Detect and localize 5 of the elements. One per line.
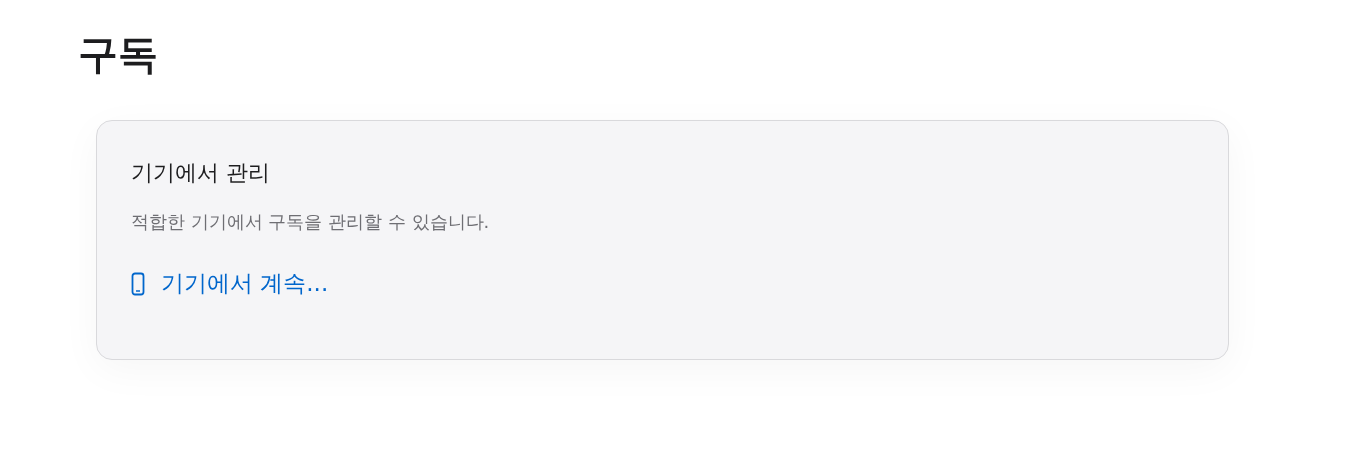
card-description: 적합한 기기에서 구독을 관리할 수 있습니다. <box>131 209 491 233</box>
page-title: 구독 <box>78 30 159 79</box>
phone-icon <box>131 271 145 296</box>
card-heading: 기기에서 관리 <box>131 159 271 187</box>
continue-on-device-link[interactable]: 기기에서 계속... <box>131 269 329 299</box>
